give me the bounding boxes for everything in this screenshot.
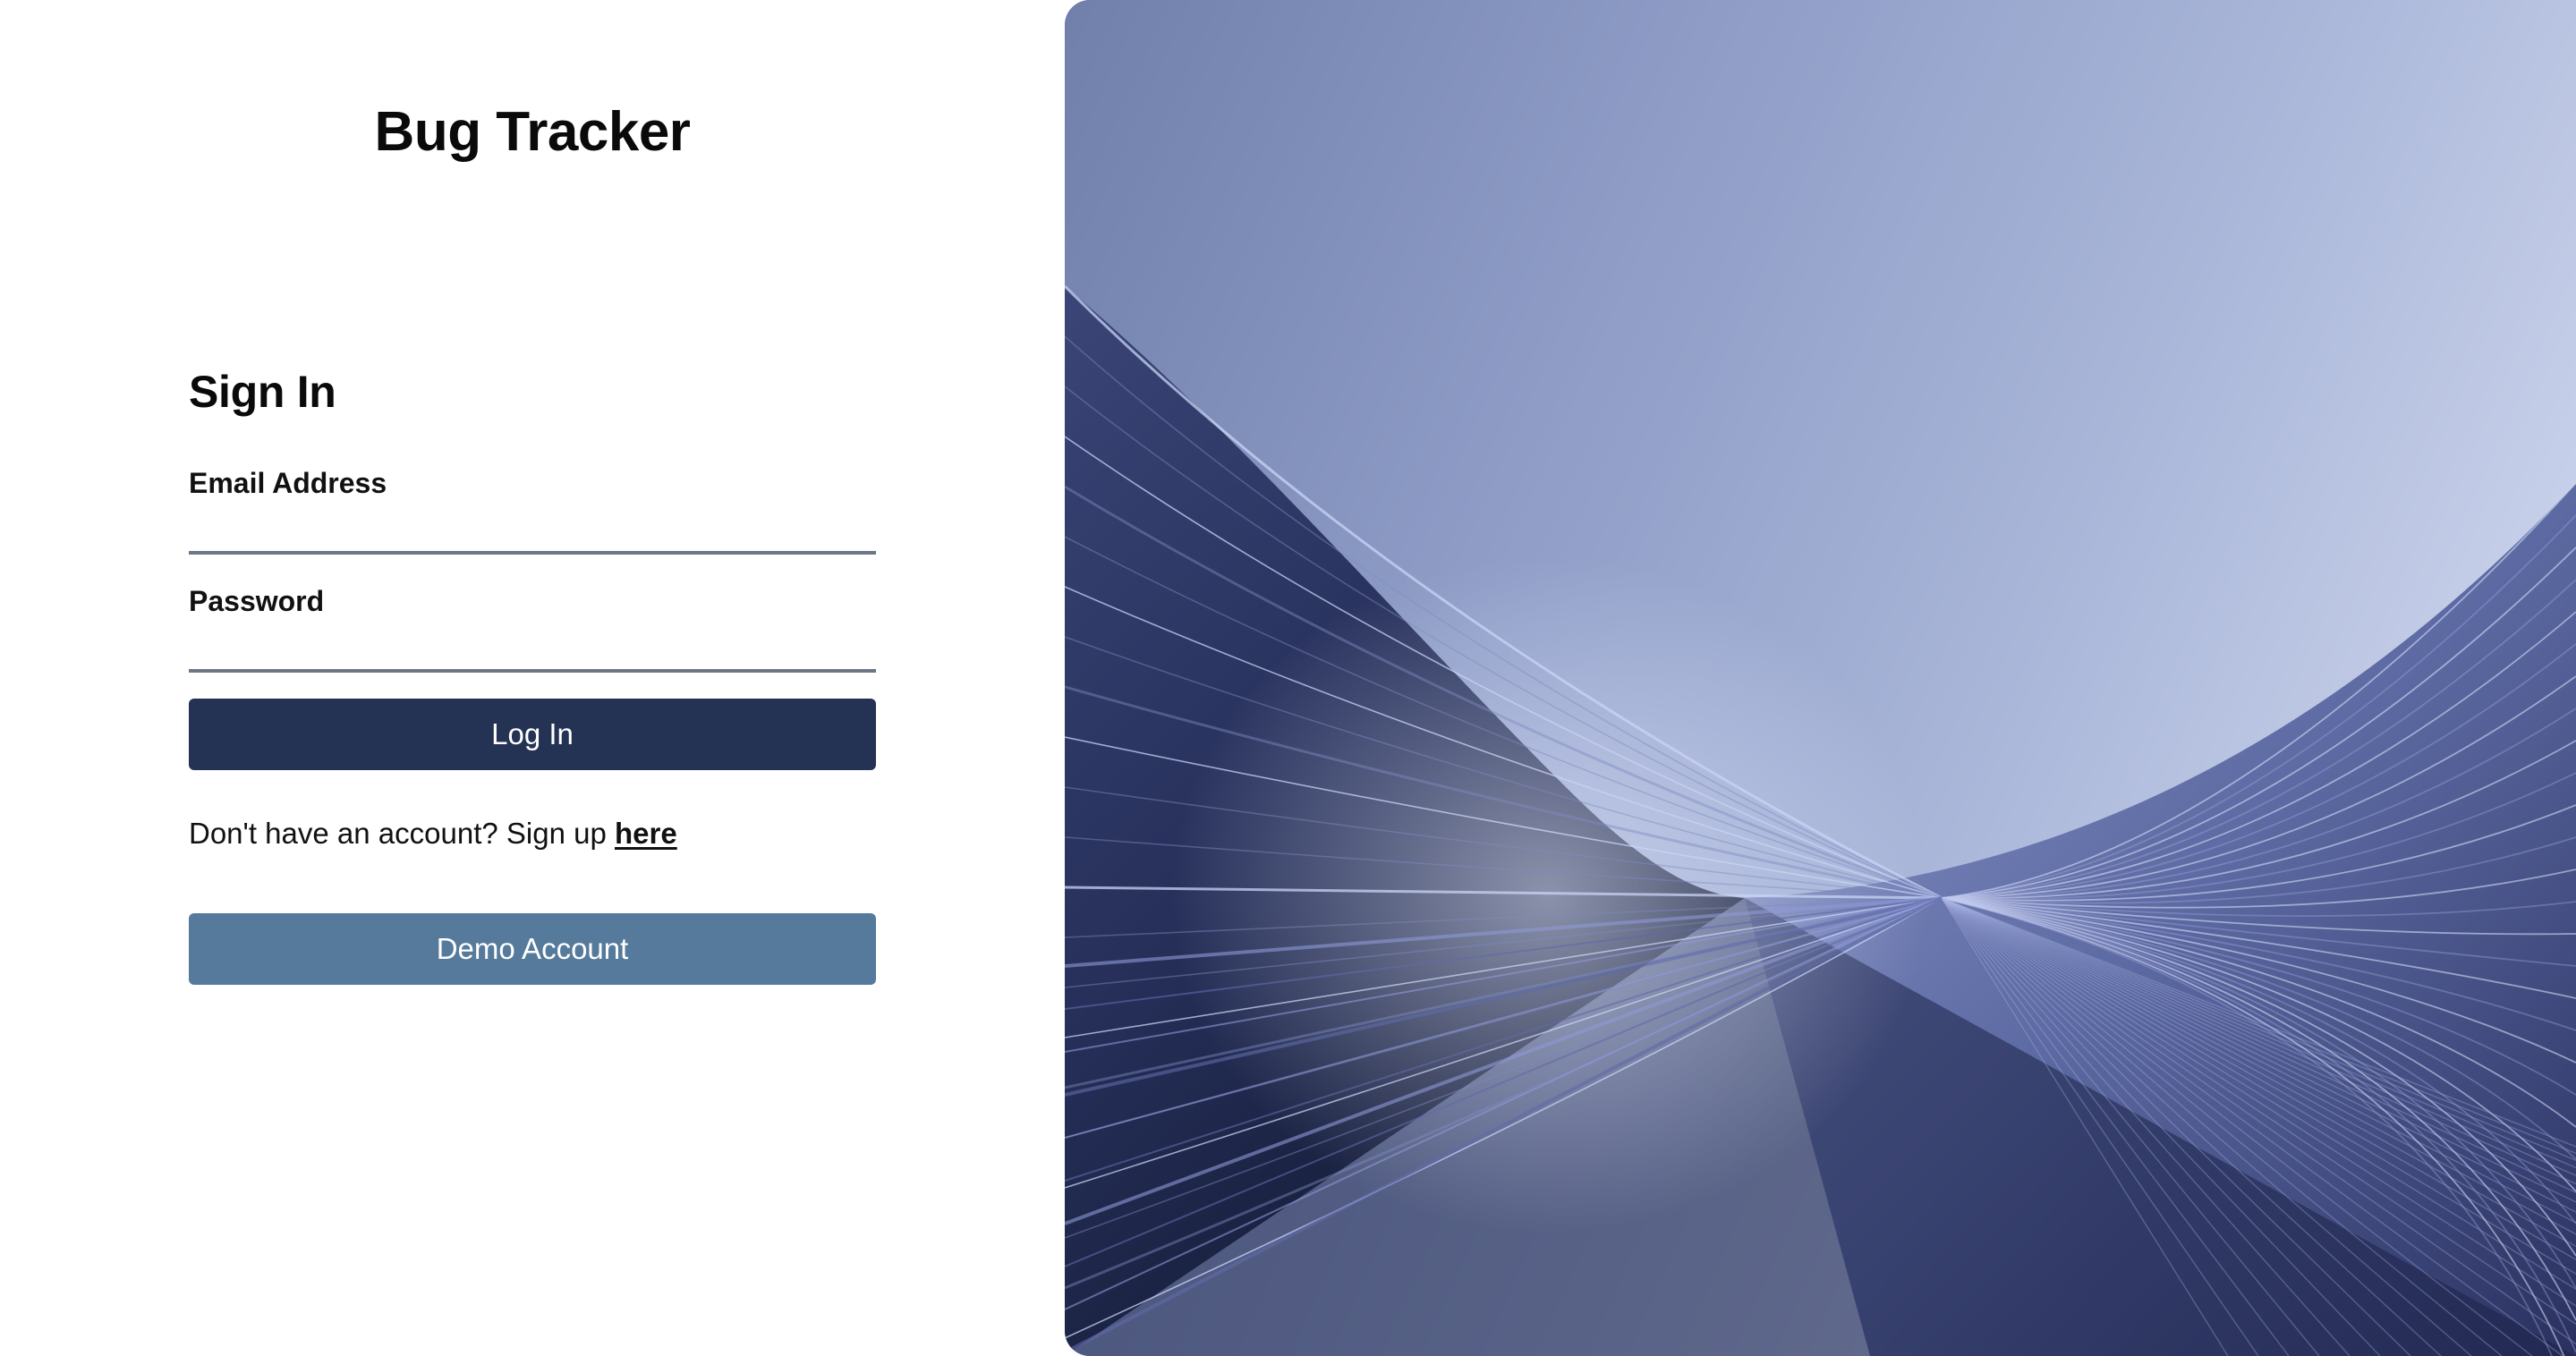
demo-account-button[interactable]: Demo Account <box>189 913 876 985</box>
signup-link[interactable]: here <box>615 817 677 850</box>
sign-in-page: Bug Tracker Sign In Email Address Passwo… <box>0 0 2576 1356</box>
signup-prompt-text: Don't have an account? Sign up <box>189 817 615 850</box>
sign-in-heading: Sign In <box>189 367 336 417</box>
password-field[interactable] <box>189 633 876 673</box>
abstract-wave-lines-image <box>1065 0 2576 1356</box>
password-label: Password <box>189 585 325 617</box>
email-label: Email Address <box>189 467 387 499</box>
email-field[interactable] <box>189 515 876 555</box>
hero-image <box>1065 0 2576 1356</box>
log-in-button[interactable]: Log In <box>189 699 876 770</box>
signup-prompt: Don't have an account? Sign up here <box>189 814 677 853</box>
app-title: Bug Tracker <box>374 101 691 163</box>
login-panel: Bug Tracker Sign In Email Address Passwo… <box>0 0 1065 1356</box>
